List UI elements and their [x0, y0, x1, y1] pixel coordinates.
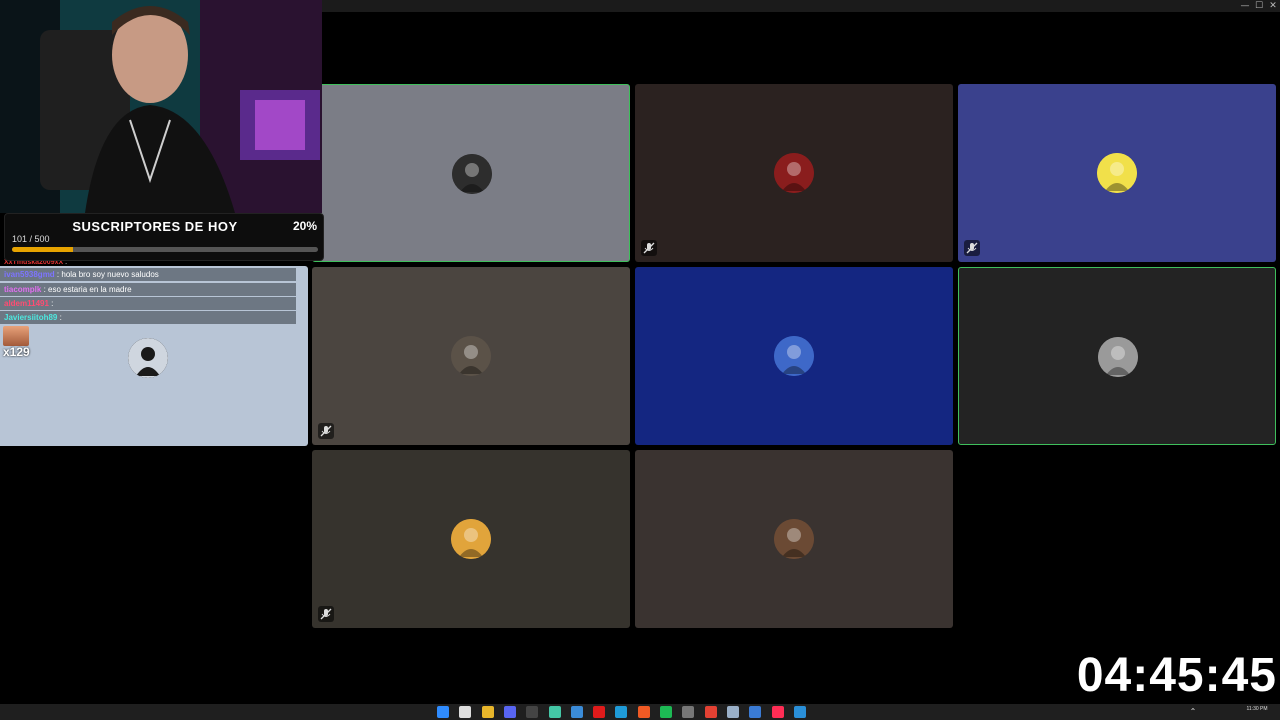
participant-avatar[interactable]: [128, 338, 168, 378]
muted-mic-icon: [641, 240, 657, 256]
obs-icon[interactable]: [682, 706, 695, 718]
webcam-overlay: [0, 0, 322, 213]
webcam-feed: [0, 0, 322, 213]
participant-tile[interactable]: [312, 84, 630, 262]
participant-avatar[interactable]: [451, 336, 491, 376]
taskbar-clock[interactable]: 11:30 PM: [1242, 706, 1272, 712]
chat-username: aldem11491: [4, 299, 49, 308]
participant-avatar[interactable]: [1098, 337, 1138, 377]
gift-count: x129: [3, 345, 30, 359]
terminal-icon[interactable]: [526, 706, 539, 718]
chat-username: tiacomplk: [4, 285, 42, 294]
chat-text: : hola bro soy nuevo saludos: [54, 270, 159, 279]
tiktok-icon[interactable]: [771, 706, 784, 718]
participant-tile[interactable]: [635, 450, 953, 628]
opera-icon[interactable]: [593, 706, 606, 718]
participant-tile[interactable]: [958, 267, 1276, 445]
participant-avatar[interactable]: [451, 519, 491, 559]
sub-goal-progress-bar: [12, 247, 318, 252]
sub-goal-progress-fill: [12, 247, 74, 252]
chat-message: aldem11491 :: [0, 297, 296, 310]
participant-avatar[interactable]: [452, 154, 492, 194]
participant-avatar[interactable]: [774, 336, 814, 376]
windows-icon[interactable]: [437, 706, 449, 718]
tray-overflow-icon[interactable]: ⌃: [1186, 706, 1200, 718]
chat-text: : eso estaria en la madre: [41, 285, 132, 294]
participant-avatar[interactable]: [774, 153, 814, 193]
sub-goal-percent: 20%: [292, 219, 317, 233]
sub-goal-widget: SUSCRIPTORES DE HOY 20% 101 / 500: [4, 213, 324, 261]
close-button[interactable]: ✕: [1266, 0, 1280, 12]
store-icon[interactable]: [793, 706, 806, 718]
participant-avatar[interactable]: [774, 519, 814, 559]
spotify-icon[interactable]: [660, 706, 672, 718]
participant-tile[interactable]: [312, 450, 630, 628]
chat-text: :: [48, 299, 54, 308]
folder-icon[interactable]: [481, 706, 494, 718]
muted-mic-icon: [318, 606, 334, 622]
minimize-button[interactable]: —: [1238, 0, 1252, 12]
notes-icon[interactable]: [726, 706, 739, 718]
chat-message: Javiersiitoh89 :: [0, 311, 296, 324]
muted-mic-icon: [964, 240, 980, 256]
browser-icon[interactable]: [570, 706, 583, 718]
maximize-button[interactable]: ☐: [1252, 0, 1266, 12]
brave-icon[interactable]: [637, 706, 650, 718]
chat-text: :: [57, 313, 62, 322]
chat-message: tiacomplk : eso estaria en la madre: [0, 283, 296, 296]
chrome-icon[interactable]: [704, 706, 717, 718]
participant-tile[interactable]: [312, 267, 630, 445]
participant-tile[interactable]: [635, 84, 953, 262]
chat-username: ivan5938gmd: [4, 270, 55, 279]
search-icon[interactable]: [459, 706, 472, 718]
muted-mic-icon: [318, 423, 334, 439]
sub-goal-count: 101 / 500: [12, 234, 50, 244]
participant-tile[interactable]: [958, 84, 1276, 262]
participant-tile[interactable]: [635, 267, 953, 445]
sub-goal-title: SUSCRIPTORES DE HOY: [72, 219, 238, 234]
chat-message: ivan5938gmd : hola bro soy nuevo saludos: [0, 268, 296, 281]
gift-image: [3, 326, 29, 346]
app-icon[interactable]: [548, 706, 561, 718]
taskbar: ⌃ 11:30 PM: [0, 704, 1280, 720]
participant-avatar[interactable]: [1097, 153, 1137, 193]
discord-icon[interactable]: [503, 706, 516, 718]
edge-icon[interactable]: [615, 706, 628, 718]
chat-username: Javiersiitoh89: [4, 313, 58, 322]
stream-timer: 04:45:45: [1076, 649, 1277, 702]
gift-alert: x129: [3, 326, 31, 360]
steam-icon[interactable]: [749, 706, 762, 718]
